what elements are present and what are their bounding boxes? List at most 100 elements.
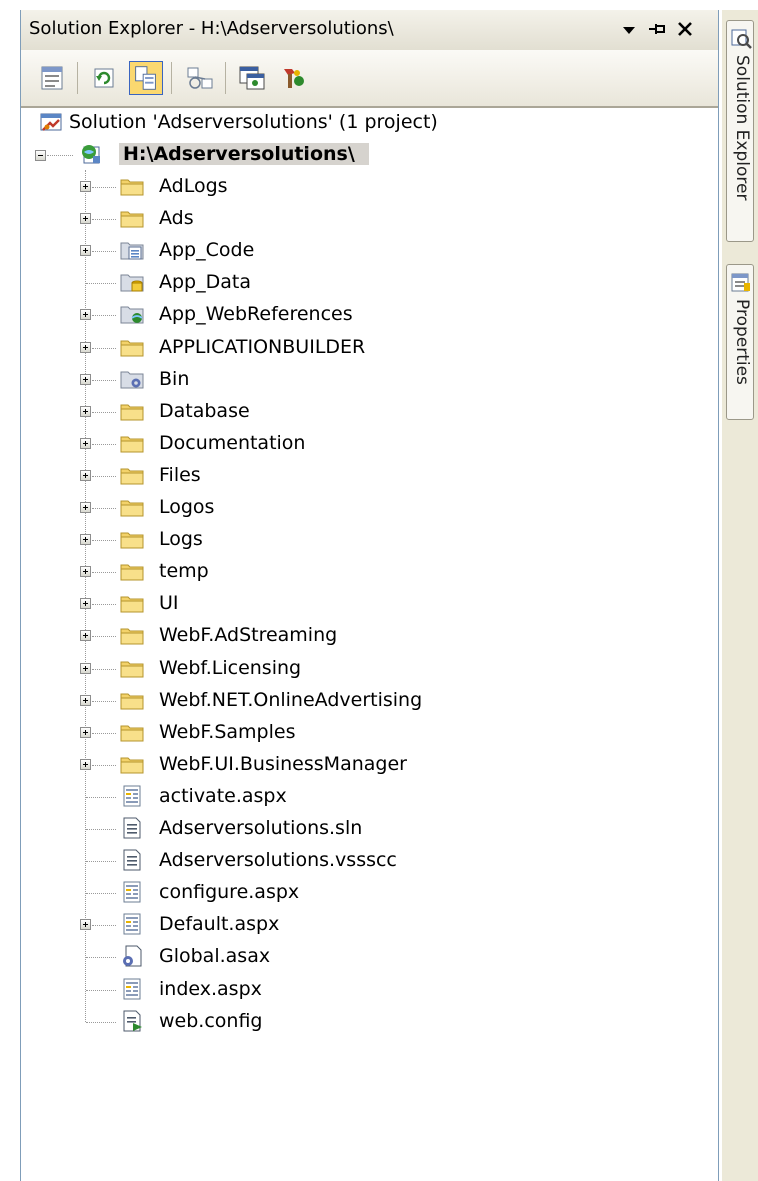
tree-item-logs[interactable]: Logs <box>21 523 681 555</box>
tree-item-database[interactable]: Database <box>21 395 681 427</box>
expand-icon[interactable] <box>80 181 91 192</box>
tree-item-index-aspx[interactable]: index.aspx <box>21 973 681 1005</box>
copy-web-site-button[interactable] <box>235 61 269 95</box>
expand-icon[interactable] <box>80 469 91 481</box>
folder-icon <box>120 596 144 613</box>
tree-item-label: Logos <box>159 496 215 518</box>
folder-icon <box>120 564 144 581</box>
tree-guide-line <box>92 475 116 477</box>
project-node[interactable]: H:\Adserversolutions\ <box>21 138 421 170</box>
folder-icon <box>120 404 144 421</box>
tree-guide-line <box>86 989 116 991</box>
tree-item-configure-aspx[interactable]: configure.aspx <box>21 876 681 908</box>
folder-icon <box>120 757 144 774</box>
expand-icon[interactable] <box>80 566 91 578</box>
tree-item-label: Database <box>159 399 250 422</box>
expand-icon[interactable] <box>80 213 91 225</box>
window-position-dropdown-icon[interactable] <box>617 16 641 42</box>
tree-item-adserversolutions-vssscc[interactable]: Adserversolutions.vssscc <box>21 844 681 876</box>
toolbar-separator <box>171 62 172 94</box>
folder-icon <box>120 211 144 228</box>
tree-item-webf-samples[interactable]: WebF.Samples <box>21 716 681 748</box>
tree-item-label: Files <box>159 463 201 486</box>
expand-icon[interactable] <box>80 694 91 706</box>
tree-item-label: Adserversolutions.vssscc <box>159 849 397 872</box>
properties-button[interactable] <box>35 61 69 95</box>
tree-item-adserversolutions-sln[interactable]: Adserversolutions.sln <box>21 812 681 844</box>
tree-item-app-webreferences[interactable]: App_WebReferences <box>21 298 681 330</box>
tree-guide-line <box>86 957 116 959</box>
tree-item-global-asax[interactable]: Global.asax <box>21 940 681 972</box>
tree-item-applicationbuilder[interactable]: APPLICATIONBUILDER <box>21 331 681 363</box>
tree-guide-line <box>86 283 116 285</box>
close-icon[interactable] <box>673 16 697 42</box>
expand-icon[interactable] <box>80 309 91 321</box>
refresh-button[interactable] <box>87 61 121 95</box>
tree-item-webf-net-onlineadvertising[interactable]: Webf.NET.OnlineAdvertising <box>21 684 681 716</box>
tree-item-label: temp <box>159 560 209 583</box>
tree-guide-line <box>92 219 116 221</box>
solution-label: Solution 'Adserversolutions' (1 project) <box>69 111 438 133</box>
tree-item-temp[interactable]: temp <box>21 555 681 587</box>
expand-icon[interactable] <box>80 534 91 546</box>
expand-icon[interactable] <box>80 245 91 257</box>
tree-guide-line <box>92 764 116 766</box>
expand-icon[interactable] <box>80 662 91 674</box>
tree-item-webf-adstreaming[interactable]: WebF.AdStreaming <box>21 619 681 651</box>
expand-icon[interactable] <box>80 630 91 642</box>
view-class-diagram-button[interactable] <box>183 61 217 95</box>
tree-item-documentation[interactable]: Documentation <box>21 427 681 459</box>
folder-icon <box>120 661 144 677</box>
folder-icon <box>120 725 144 742</box>
expand-icon[interactable] <box>80 502 91 513</box>
tree-item-webf-licensing[interactable]: Webf.Licensing <box>21 652 681 684</box>
auto-hide-pin-icon[interactable] <box>645 16 669 42</box>
expand-icon[interactable] <box>80 919 91 931</box>
expand-icon[interactable] <box>80 726 91 738</box>
text-file-icon <box>123 849 141 871</box>
tree-item-files[interactable]: Files <box>21 459 681 491</box>
solution-explorer-panel: Solution Explorer - H:\Adserversolutions… <box>20 10 719 1181</box>
expand-icon[interactable] <box>80 373 91 385</box>
expand-icon[interactable] <box>80 598 91 610</box>
config-icon <box>123 1010 142 1032</box>
expand-icon[interactable] <box>80 405 91 417</box>
tree-item-label: web.config <box>159 1009 263 1032</box>
tree-guide-line <box>86 1021 116 1023</box>
toolbar-separator <box>225 62 226 94</box>
folder-icon <box>120 179 144 196</box>
tree-guide-line <box>92 443 116 445</box>
toolbar <box>21 50 718 108</box>
refresh-icon <box>94 68 114 88</box>
tree-guide-line <box>47 155 73 156</box>
properties-tab-label: Properties <box>732 299 752 385</box>
properties-icon <box>731 273 750 292</box>
properties-tab[interactable]: Properties <box>726 264 754 420</box>
tree-item-label: Documentation <box>159 431 306 454</box>
app-code-folder-icon <box>120 242 144 260</box>
tree-guide-line <box>92 636 116 638</box>
expand-icon[interactable] <box>80 341 91 353</box>
tree-guide-line <box>92 187 116 188</box>
nest-related-files-button[interactable] <box>129 61 163 95</box>
tree-item-default-aspx[interactable]: Default.aspx <box>21 908 681 940</box>
expand-icon[interactable] <box>80 758 91 770</box>
tree-guide-line <box>92 604 116 606</box>
tree-item-logos[interactable]: Logos <box>21 491 681 523</box>
tree-item-app-code[interactable]: App_Code <box>21 234 681 266</box>
tree-item-ads[interactable]: Ads <box>21 202 681 234</box>
collapse-icon[interactable] <box>35 150 46 161</box>
tree-item-bin[interactable]: Bin <box>21 363 681 395</box>
tree-item-label: Ads <box>159 207 194 230</box>
tree-item-web-config[interactable]: web.config <box>21 1005 681 1037</box>
tree-guide-line <box>92 508 116 509</box>
asp-net-configuration-button[interactable] <box>275 61 309 95</box>
tree-item-webf-ui-businessmanager[interactable]: WebF.UI.BusinessManager <box>21 748 681 780</box>
solution-explorer-tab[interactable]: Solution Explorer <box>726 20 754 242</box>
expand-icon[interactable] <box>80 437 91 449</box>
tree-item-app-data[interactable]: App_Data <box>21 266 681 298</box>
tree-item-ui[interactable]: UI <box>21 587 681 619</box>
tree-item-activate-aspx[interactable]: activate.aspx <box>21 780 681 812</box>
tree-guide-line <box>86 893 116 895</box>
tree-item-adlogs[interactable]: AdLogs <box>21 170 681 202</box>
